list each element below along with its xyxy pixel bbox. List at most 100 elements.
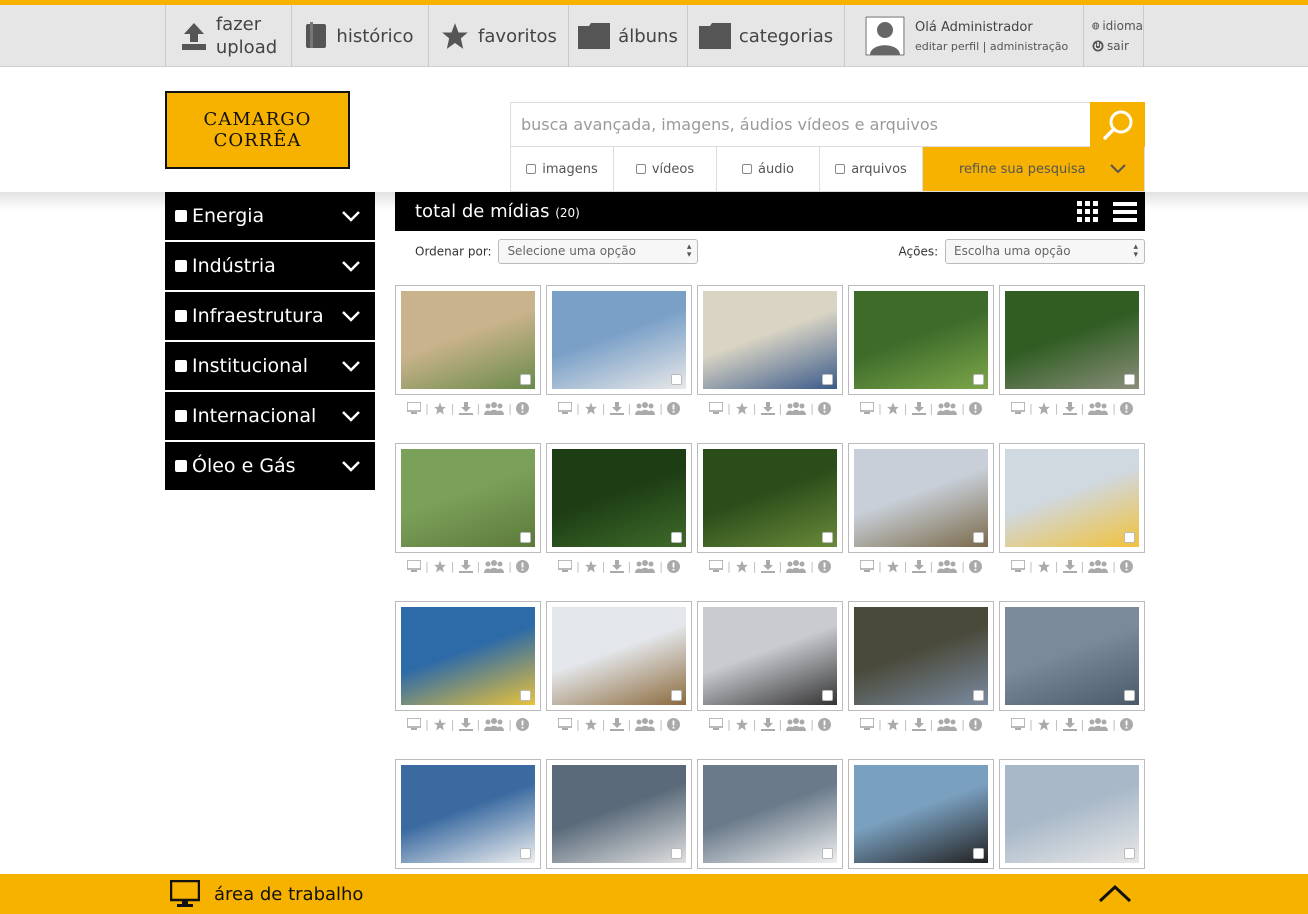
media-card[interactable] [999, 759, 1145, 869]
media-card[interactable] [546, 759, 692, 869]
star-icon[interactable] [433, 560, 447, 573]
actions-select[interactable]: Escolha uma opção ▴ ▾ [945, 238, 1145, 264]
preview-icon[interactable] [860, 718, 875, 730]
media-thumbnail[interactable] [395, 285, 541, 395]
favorites-button[interactable]: favoritos [429, 5, 569, 67]
share-group-icon[interactable] [1088, 559, 1109, 573]
select-checkbox[interactable] [1124, 532, 1135, 543]
info-alert-icon[interactable] [968, 717, 982, 731]
star-icon[interactable] [584, 718, 598, 731]
info-alert-icon[interactable] [968, 401, 982, 415]
star-icon[interactable] [1037, 402, 1051, 415]
media-thumbnail[interactable] [848, 285, 994, 395]
search-input[interactable] [510, 102, 1090, 147]
media-thumbnail[interactable] [546, 285, 692, 395]
media-image[interactable] [703, 449, 837, 547]
select-checkbox[interactable] [520, 848, 531, 859]
preview-icon[interactable] [558, 560, 573, 572]
media-card[interactable]: | | | | [546, 285, 692, 421]
preview-icon[interactable] [407, 718, 422, 730]
select-checkbox[interactable] [822, 532, 833, 543]
checkbox[interactable] [175, 310, 187, 322]
admin-link[interactable]: administração [990, 40, 1068, 53]
share-group-icon[interactable] [937, 559, 958, 573]
star-icon[interactable] [433, 718, 447, 731]
media-card[interactable] [697, 759, 843, 869]
media-image[interactable] [1005, 607, 1139, 705]
preview-icon[interactable] [1011, 560, 1026, 572]
media-card[interactable]: | | | | [395, 601, 541, 737]
camargo-correa-logo[interactable]: CAMARGO CORRÊA [165, 91, 350, 169]
media-image[interactable] [1005, 765, 1139, 863]
media-image[interactable] [854, 449, 988, 547]
sidebar-item-industria[interactable]: Indústria [165, 242, 375, 290]
checkbox[interactable] [175, 460, 187, 472]
media-card[interactable]: | | | | [697, 285, 843, 421]
preview-icon[interactable] [860, 402, 875, 414]
star-icon[interactable] [886, 402, 900, 415]
star-icon[interactable] [584, 560, 598, 573]
upload-button[interactable]: fazer upload [166, 5, 292, 67]
checkbox[interactable] [175, 360, 187, 372]
grid-view-icon[interactable] [1077, 200, 1099, 223]
info-alert-icon[interactable] [666, 401, 680, 415]
checkbox[interactable] [175, 210, 187, 222]
preview-icon[interactable] [860, 560, 875, 572]
refine-search-dropdown[interactable]: refine sua pesquisa [923, 147, 1144, 191]
media-thumbnail[interactable] [395, 443, 541, 553]
info-alert-icon[interactable] [1119, 559, 1133, 573]
select-checkbox[interactable] [822, 374, 833, 385]
preview-icon[interactable] [558, 718, 573, 730]
preview-icon[interactable] [407, 402, 422, 414]
media-thumbnail[interactable] [697, 759, 843, 869]
star-icon[interactable] [1037, 560, 1051, 573]
share-group-icon[interactable] [635, 401, 656, 415]
select-checkbox[interactable] [973, 532, 984, 543]
star-icon[interactable] [433, 402, 447, 415]
preview-icon[interactable] [407, 560, 422, 572]
checkbox[interactable] [635, 164, 646, 174]
media-card[interactable] [848, 759, 994, 869]
share-group-icon[interactable] [1088, 717, 1109, 731]
info-alert-icon[interactable] [666, 559, 680, 573]
edit-profile-link[interactable]: editar perfil [915, 40, 979, 53]
star-icon[interactable] [886, 560, 900, 573]
download-icon[interactable] [609, 401, 624, 415]
media-image[interactable] [401, 449, 535, 547]
media-image[interactable] [401, 291, 535, 389]
preview-icon[interactable] [709, 402, 724, 414]
media-image[interactable] [703, 291, 837, 389]
select-checkbox[interactable] [1124, 690, 1135, 701]
star-icon[interactable] [1037, 718, 1051, 731]
star-icon[interactable] [886, 718, 900, 731]
info-alert-icon[interactable] [817, 559, 831, 573]
download-icon[interactable] [1062, 401, 1077, 415]
share-group-icon[interactable] [635, 559, 656, 573]
download-icon[interactable] [1062, 717, 1077, 731]
language-button[interactable]: idioma [1092, 19, 1143, 33]
media-card[interactable]: | | | | [546, 443, 692, 579]
media-thumbnail[interactable] [546, 601, 692, 711]
checkbox[interactable] [741, 164, 752, 174]
download-icon[interactable] [458, 717, 473, 731]
media-thumbnail[interactable] [697, 443, 843, 553]
download-icon[interactable] [911, 401, 926, 415]
media-image[interactable] [1005, 449, 1139, 547]
filter-audio[interactable]: áudio [717, 147, 820, 191]
logout-button[interactable]: sair [1092, 39, 1143, 53]
info-alert-icon[interactable] [817, 717, 831, 731]
history-button[interactable]: histórico [292, 5, 429, 67]
download-icon[interactable] [911, 717, 926, 731]
preview-icon[interactable] [1011, 718, 1026, 730]
star-icon[interactable] [735, 402, 749, 415]
info-alert-icon[interactable] [515, 401, 529, 415]
media-card[interactable]: | | | | [697, 601, 843, 737]
select-checkbox[interactable] [671, 848, 682, 859]
media-card[interactable]: | | | | [395, 443, 541, 579]
media-thumbnail[interactable] [848, 443, 994, 553]
preview-icon[interactable] [558, 402, 573, 414]
share-group-icon[interactable] [484, 559, 505, 573]
media-image[interactable] [854, 607, 988, 705]
select-checkbox[interactable] [520, 690, 531, 701]
download-icon[interactable] [911, 559, 926, 573]
